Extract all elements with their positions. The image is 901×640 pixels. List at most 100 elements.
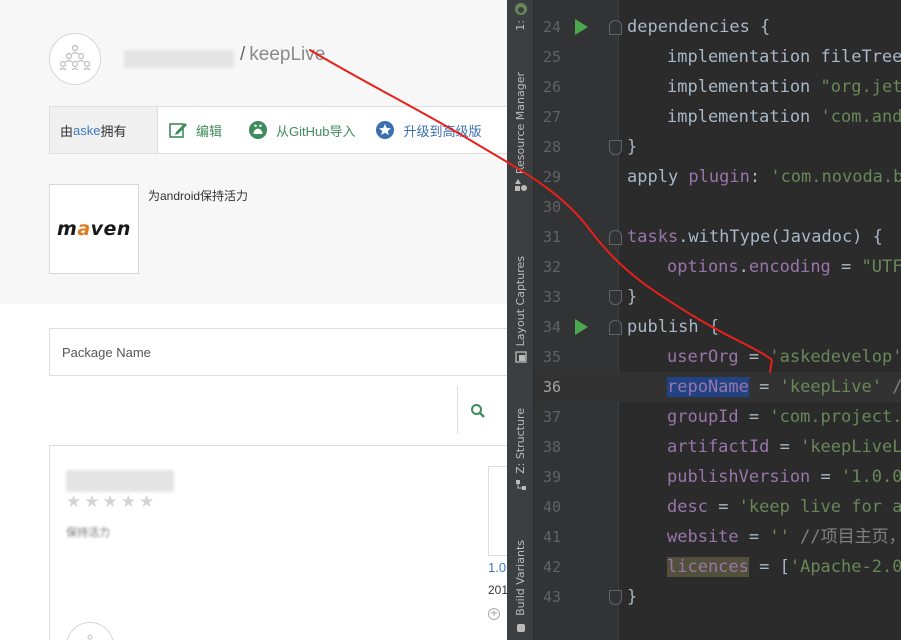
blurred-owner-name xyxy=(124,50,234,68)
tab-layout-captures-label: Layout Captures xyxy=(514,256,527,347)
line-number: 42 xyxy=(542,558,561,576)
code-line[interactable]: 42 licences = ['Apache-2.0' xyxy=(534,552,901,582)
code-line[interactable]: 24 dependencies { xyxy=(534,12,901,42)
line-number: 37 xyxy=(542,408,561,426)
blurred-description: 保持活力 xyxy=(66,527,110,539)
code-text: repoName = 'keepLive' // xyxy=(667,377,901,397)
tab-build-variants-label: Build Variants xyxy=(514,540,527,616)
code-text: tasks.withType(Javadoc) { xyxy=(627,227,883,247)
repo-toolbar: 由 aske 拥有 编辑 从GitHub导入 升级到高级版 xyxy=(49,106,507,154)
fold-icon[interactable] xyxy=(609,20,622,35)
package-name-input[interactable] xyxy=(50,329,507,375)
resource-manager-icon xyxy=(514,179,527,192)
line-number: 33 xyxy=(542,288,561,306)
android-icon xyxy=(514,3,527,15)
version-link[interactable]: 1.0 xyxy=(488,560,506,575)
tab-layout-captures[interactable]: Layout Captures xyxy=(507,256,534,368)
code-line[interactable]: 26 implementation "org.jetb xyxy=(534,72,901,102)
search-icon xyxy=(471,404,485,418)
code-line[interactable]: 34 publish { xyxy=(534,312,901,342)
code-text: userOrg = 'askedevelop' xyxy=(667,347,901,367)
owner-prefix: 由 xyxy=(60,123,74,139)
code-line[interactable]: 30 xyxy=(534,192,901,222)
plus-icon[interactable]: + xyxy=(488,608,500,620)
package-result-card[interactable]: ★ ★ ★ ★ ★ 保持活力 1.0 201 + xyxy=(49,445,507,640)
line-number: 26 xyxy=(542,78,561,96)
code-text: publishVersion = '1.0.0' xyxy=(667,467,901,487)
line-number: 29 xyxy=(542,168,561,186)
code-line[interactable]: 40 desc = 'keep live for ar xyxy=(534,492,901,522)
code-text: apply plugin: 'com.novoda.bi xyxy=(627,167,901,187)
tab-build-variants[interactable]: Build Variants xyxy=(507,540,534,638)
code-line[interactable]: 27 implementation 'com.andr xyxy=(534,102,901,132)
code-text: implementation fileTree xyxy=(667,47,901,67)
code-line[interactable]: 38 artifactId = 'keepLiveLi xyxy=(534,432,901,462)
package-name-field[interactable] xyxy=(49,328,507,376)
version-panel xyxy=(488,466,507,556)
code-text: artifactId = 'keepLiveLi xyxy=(667,437,901,457)
tool-window-strip: 1: Resource Manager Layout Captures Z: S… xyxy=(507,0,534,640)
rating-stars: ★ ★ ★ ★ ★ xyxy=(66,494,154,511)
star-icon: ★ xyxy=(66,492,82,512)
code-line[interactable]: 35 userOrg = 'askedevelop' xyxy=(534,342,901,372)
code-line[interactable]: 31 tasks.withType(Javadoc) { xyxy=(534,222,901,252)
code-line[interactable]: 33 } xyxy=(534,282,901,312)
package-description: 为android保持活力 xyxy=(148,189,249,203)
tab-resource-manager[interactable]: Resource Manager xyxy=(507,72,534,196)
search-button[interactable] xyxy=(467,400,489,422)
line-number: 34 xyxy=(542,318,561,336)
search-divider xyxy=(457,386,458,434)
fold-icon[interactable] xyxy=(609,140,622,155)
code-line[interactable]: 37 groupId = 'com.project.k xyxy=(534,402,901,432)
line-number: 25 xyxy=(542,48,561,66)
package-logo: maven xyxy=(49,184,139,274)
run-gutter-icon[interactable] xyxy=(575,19,588,35)
code-text: } xyxy=(627,287,638,307)
tab-project[interactable]: 1: xyxy=(507,2,534,31)
line-number: 27 xyxy=(542,108,561,126)
code-line[interactable]: 41 website = '' //项目主页， xyxy=(534,522,901,552)
edit-icon xyxy=(168,120,188,140)
fold-icon[interactable] xyxy=(609,320,622,335)
edit-button[interactable]: 编辑 xyxy=(168,120,222,140)
code-text: implementation 'com.andr xyxy=(667,107,901,127)
star-icon: ★ xyxy=(84,492,100,512)
code-line[interactable]: 32 options.encoding = "UTF- xyxy=(534,252,901,282)
code-line[interactable]: 43 } xyxy=(534,582,901,612)
code-line[interactable]: 29 apply plugin: 'com.novoda.bi xyxy=(534,162,901,192)
tab-structure-label: Z: Structure xyxy=(514,408,527,474)
code-line[interactable]: 28 } xyxy=(534,132,901,162)
upgrade-button[interactable]: 升级到高级版 xyxy=(375,120,482,140)
people-icon xyxy=(59,44,91,71)
repo-title: / keepLive xyxy=(240,44,325,66)
maven-logo: maven xyxy=(57,218,131,240)
owner-link[interactable]: aske xyxy=(73,123,100,138)
run-gutter-icon[interactable] xyxy=(575,319,588,335)
owner-avatar[interactable] xyxy=(49,33,101,85)
package-search-row xyxy=(49,386,507,434)
code-line-current[interactable]: 36 repoName = 'keepLive' // xyxy=(534,372,901,402)
line-number: 43 xyxy=(542,588,561,606)
github-import-button[interactable]: 从GitHub导入 xyxy=(248,120,355,140)
code-text: licences = ['Apache-2.0' xyxy=(667,557,901,577)
code-text: } xyxy=(627,137,638,157)
bintray-web-page: / keepLive 由 aske 拥有 编辑 从GitHub导入 升级到高级版 ma… xyxy=(0,0,507,640)
fold-icon[interactable] xyxy=(609,590,622,605)
line-number: 32 xyxy=(542,258,561,276)
repo-name-link[interactable]: keepLive xyxy=(249,44,325,65)
line-number: 36 xyxy=(542,378,561,396)
code-line[interactable]: 39 publishVersion = '1.0.0' xyxy=(534,462,901,492)
code-text: website = '' //项目主页， xyxy=(667,527,901,547)
code-text: } xyxy=(627,587,638,607)
fold-icon[interactable] xyxy=(609,290,622,305)
line-number: 24 xyxy=(542,18,561,36)
layout-captures-icon xyxy=(514,351,527,364)
github-import-label: 从GitHub导入 xyxy=(276,123,356,139)
tab-structure[interactable]: Z: Structure xyxy=(507,408,534,496)
code-editor[interactable]: 24 dependencies { 25 implementation file… xyxy=(534,0,901,640)
fold-icon[interactable] xyxy=(609,230,622,245)
code-line[interactable]: 25 implementation fileTree xyxy=(534,42,901,72)
structure-icon xyxy=(515,479,526,490)
line-number: 35 xyxy=(542,348,561,366)
line-number: 39 xyxy=(542,468,561,486)
